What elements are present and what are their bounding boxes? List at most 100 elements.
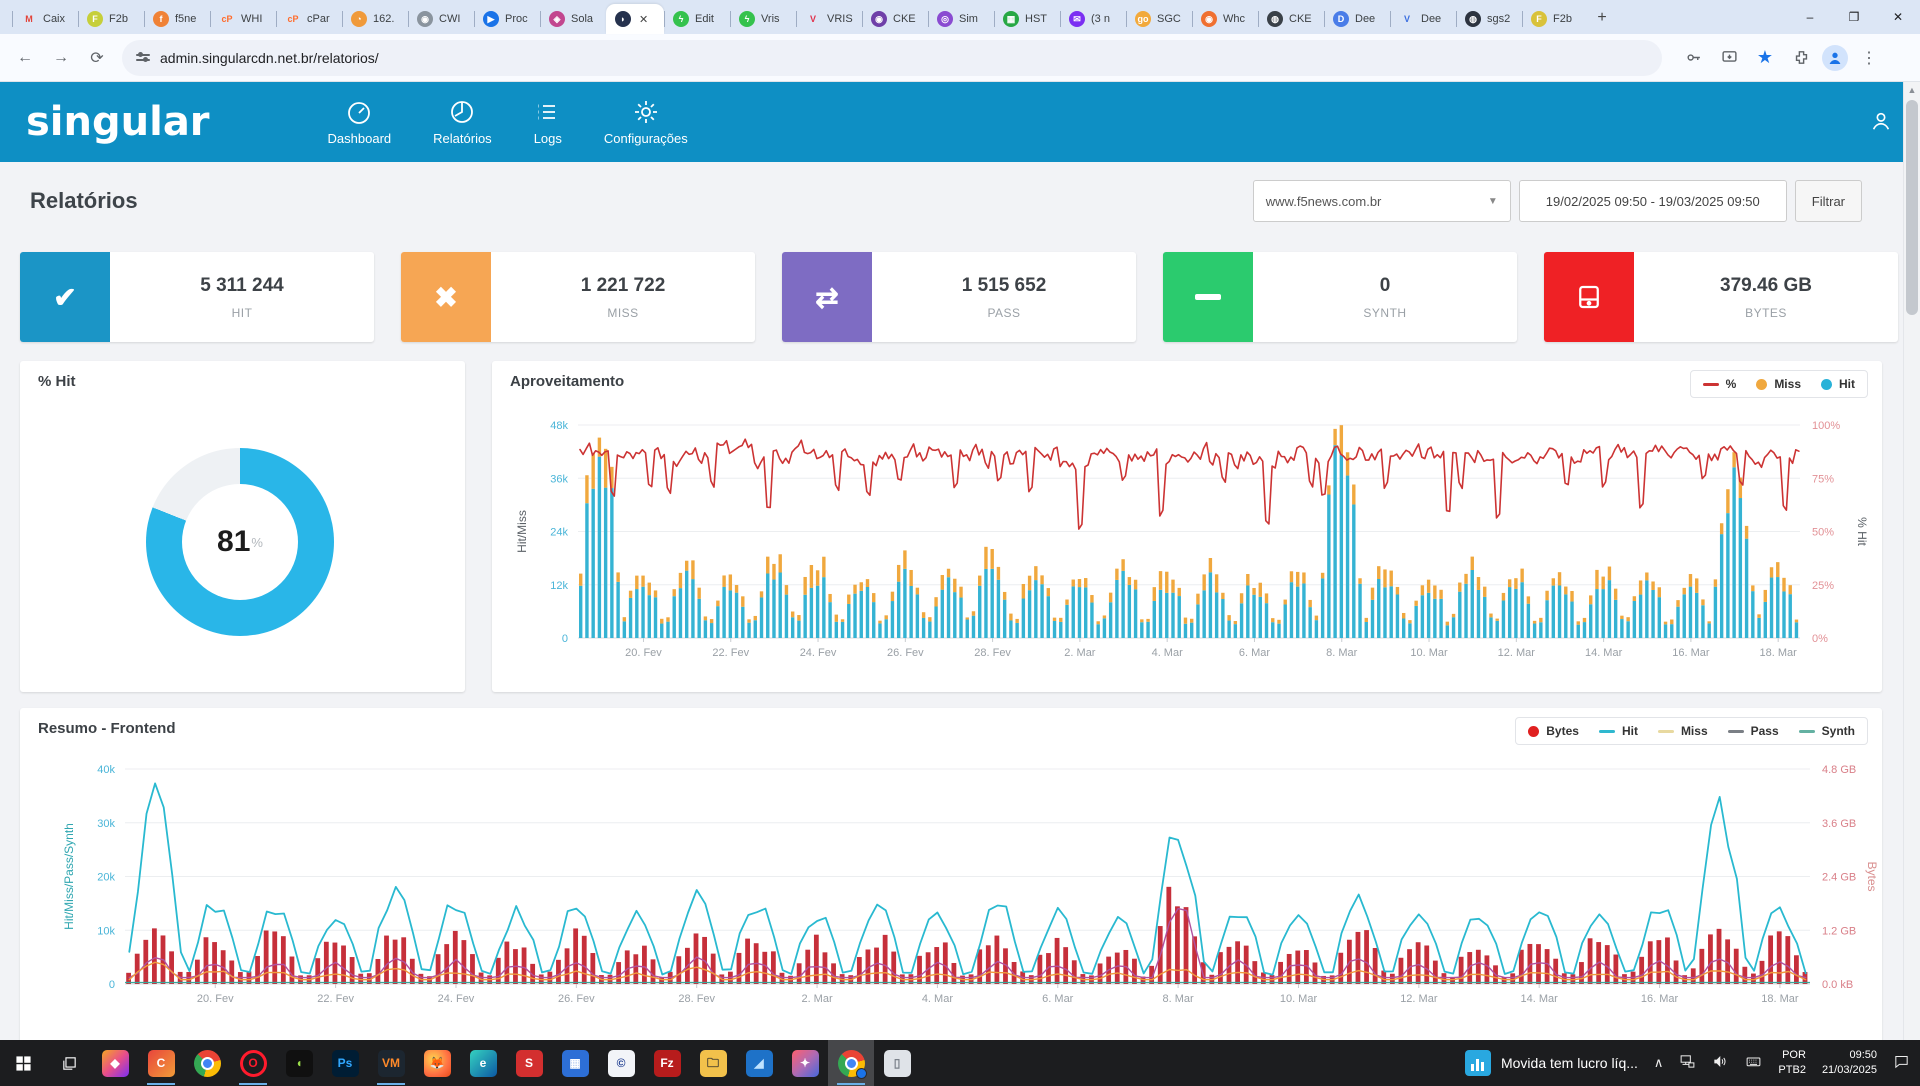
start-button[interactable] [0,1040,46,1086]
action-center-icon[interactable] [1893,1053,1910,1073]
network-icon[interactable] [1679,1053,1696,1073]
resumo-title: Resumo - Frontend [38,720,176,737]
date-range-input[interactable]: 19/02/2025 09:50 - 19/03/2025 09:50 [1519,180,1787,222]
nav-item-logs[interactable]: Logs [526,98,570,146]
coreldraw-app[interactable]: ◖ [276,1040,322,1086]
browser-tab[interactable]: cPWHI [210,4,276,34]
ccleaner-app[interactable]: C [138,1040,184,1086]
legend-item-miss[interactable]: Miss [1658,724,1708,738]
reload-button[interactable]: ⟳ [80,41,114,75]
touch-keyboard-icon[interactable] [1745,1053,1762,1073]
nav-item-relatrios[interactable]: Relatórios [425,98,500,146]
chrome-profile-app[interactable] [828,1040,874,1086]
nav-item-configuraes[interactable]: Configurações [596,98,696,146]
browser-tab[interactable]: ▶Proc [474,4,540,34]
legend-item-hit[interactable]: Hit [1599,724,1638,738]
file-explorer-app[interactable]: 🗀 [690,1040,736,1086]
passwords-key-icon[interactable] [1678,43,1708,73]
browser-tab[interactable]: ◎Sim [928,4,994,34]
new-tab-button[interactable]: + [1588,4,1616,32]
tab-favicon: ◍ [1465,11,1481,27]
colorful-suite-app[interactable]: ◆ [92,1040,138,1086]
design-suite-app[interactable]: ✦ [782,1040,828,1086]
svg-text:26. Fev: 26. Fev [558,993,595,1005]
legend-item-bytes[interactable]: Bytes [1528,724,1579,738]
legend-item-synth[interactable]: Synth [1799,724,1855,738]
profile-avatar[interactable] [1822,45,1848,71]
news-widget[interactable]: Movida tem lucro líq... [1465,1050,1638,1076]
window-close-button[interactable]: ✕ [1876,0,1920,34]
svg-text:0.0 kB: 0.0 kB [1822,979,1853,991]
window-maximize-button[interactable]: ❐ [1832,0,1876,34]
scroll-up-arrow[interactable]: ▲ [1904,85,1920,95]
browser-tab[interactable]: DDee [1324,4,1390,34]
svg-text:24k: 24k [550,527,568,539]
task-view-button[interactable] [46,1040,92,1086]
edge-app[interactable]: e [460,1040,506,1086]
browser-tab[interactable]: ◉CKE [862,4,928,34]
nav-item-dashboard[interactable]: Dashboard [320,98,400,146]
legend-item-hit[interactable]: Hit [1821,377,1855,391]
volume-icon[interactable] [1712,1053,1729,1073]
transfer-icon: ⇄ [782,252,872,342]
window-minimize-button[interactable]: – [1788,0,1832,34]
browser-tab[interactable]: FF2b [1522,4,1588,34]
browser-tab[interactable]: ◍CKE [1258,4,1324,34]
legend-item-[interactable]: % [1703,377,1737,391]
notes-app[interactable]: ▯ [874,1040,920,1086]
browser-tab[interactable]: cPcPar [276,4,342,34]
browser-tab[interactable]: ff5ne [144,4,210,34]
address-bar[interactable]: admin.singularcdn.net.br/relatorios/ [122,40,1662,76]
tab-close-icon[interactable]: ✕ [639,13,648,26]
voicemeeter-app[interactable]: VM [368,1040,414,1086]
svg-text:10k: 10k [97,925,115,937]
firefox-app[interactable]: 🦊 [414,1040,460,1086]
singular-logo[interactable]: singular [26,99,210,145]
browser-tab[interactable]: ◈Sola [540,4,606,34]
back-button[interactable]: ← [8,41,42,75]
language-indicator[interactable]: POR PTB2 [1778,1048,1806,1078]
legend-item-miss[interactable]: Miss [1756,377,1801,391]
vscode-app[interactable]: ◢ [736,1040,782,1086]
browser-menu-icon[interactable]: ⋮ [1854,43,1884,73]
photoshop-app[interactable]: Ps [322,1040,368,1086]
browser-tab[interactable]: ✉(3 n [1060,4,1126,34]
clock-indicator[interactable]: 09:50 21/03/2025 [1822,1048,1877,1078]
svg-text:8. Mar: 8. Mar [1326,647,1358,659]
extensions-icon[interactable] [1786,43,1816,73]
chrome-app[interactable] [184,1040,230,1086]
browser-tab[interactable]: ◉Whc [1192,4,1258,34]
svg-text:50%: 50% [1812,527,1834,539]
tab-favicon: ◍ [1267,11,1283,27]
browser-tab[interactable]: FF2b [78,4,144,34]
browser-tab[interactable]: ◉CWI [408,4,474,34]
scrollbar-thumb[interactable] [1906,100,1918,315]
tray-expand-chevron-icon[interactable]: ∧ [1654,1055,1664,1071]
smallpdf-app[interactable]: S [506,1040,552,1086]
forward-button[interactable]: → [44,41,78,75]
user-account-icon[interactable] [1870,110,1892,137]
legend-item-pass[interactable]: Pass [1728,724,1779,738]
browser-tab[interactable]: VVRIS [796,4,862,34]
install-app-icon[interactable] [1714,43,1744,73]
browser-tab[interactable]: VDee [1390,4,1456,34]
filezilla-app[interactable]: Fz [644,1040,690,1086]
calculator-app[interactable]: ▦ [552,1040,598,1086]
browser-tab[interactable]: ◍sgs2 [1456,4,1522,34]
nav-item-label: Configurações [604,131,688,146]
browser-tab[interactable]: goSGC [1126,4,1192,34]
site-select[interactable]: www.f5news.com.br ▼ [1253,180,1511,222]
browser-tab-active[interactable]: ◗✕ [606,4,664,34]
opera-app[interactable]: O [230,1040,276,1086]
filter-button[interactable]: Filtrar [1795,180,1862,222]
page-scrollbar[interactable]: ▲ [1903,82,1920,1040]
browser-tab[interactable]: ϟEdit [664,4,730,34]
site-select-value: www.f5news.com.br [1266,194,1382,209]
browser-tab[interactable]: ▦HST [994,4,1060,34]
copyright-app[interactable]: © [598,1040,644,1086]
browser-tab[interactable]: ϟVris [730,4,796,34]
bookmark-star-icon[interactable]: ★ [1750,43,1780,73]
browser-tab[interactable]: ◔162. [342,4,408,34]
site-info-icon[interactable] [136,54,150,61]
browser-tab[interactable]: MCaix [12,4,78,34]
